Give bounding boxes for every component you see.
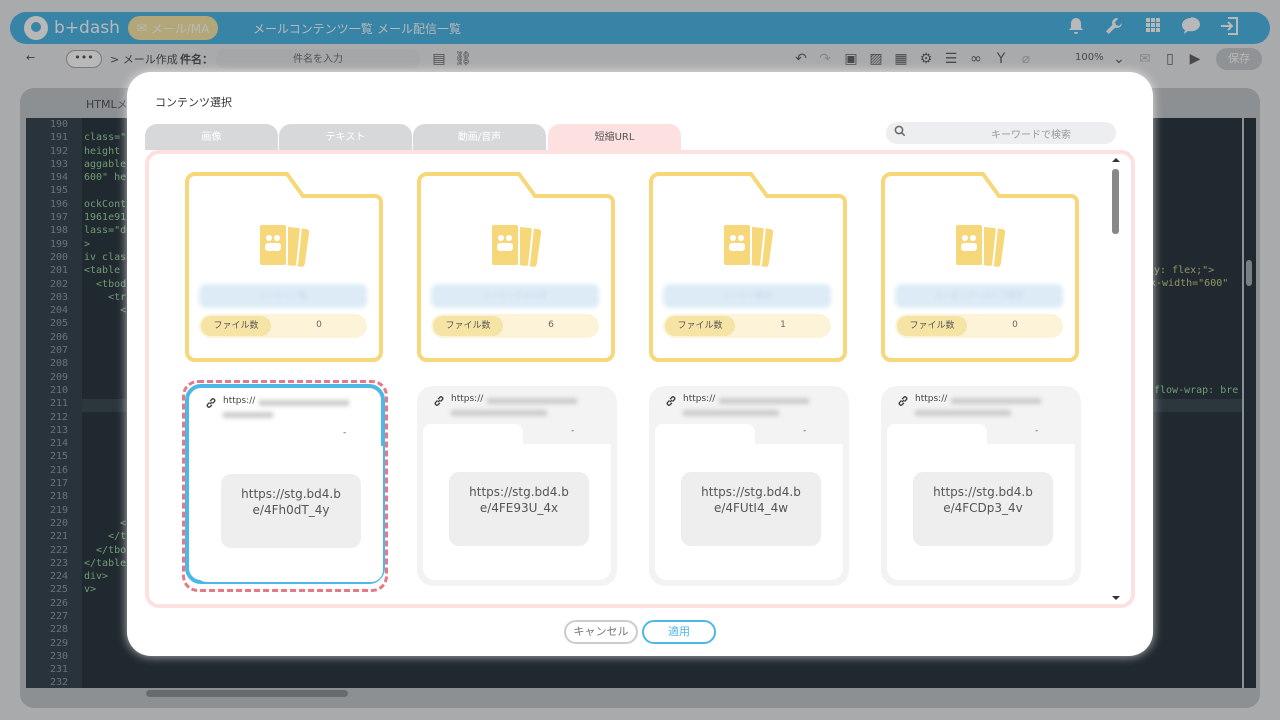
file-count: ファイル数 1 (663, 314, 831, 338)
short-url-line-2: e/4FCDp3_4v (943, 501, 1023, 515)
file-count-value: 6 (548, 320, 554, 330)
movie-files-icon (722, 223, 774, 268)
url-meta: - (803, 426, 807, 436)
short-url-card[interactable]: https:// - https://stg.bd4.b e/4FUtI4_4w (649, 386, 849, 586)
url-meta: - (1035, 426, 1039, 436)
short-url-text: https://stg.bd4.b e/4FUtI4_4w (681, 472, 821, 546)
apply-button[interactable]: 適用 (642, 620, 716, 644)
movie-files-icon (490, 223, 542, 268)
file-count: ファイル数 0 (199, 314, 367, 338)
folder-card[interactable]: ムービーアーカイブ素材 ファイル数 0 (881, 166, 1081, 366)
tab-text[interactable]: テキスト (279, 124, 412, 150)
folder-name: ムービーフォルダ (431, 284, 599, 308)
short-url-line-1: https://stg.bd4.b (933, 485, 1033, 499)
folder-card[interactable]: ムービー一覧 ファイル数 0 (185, 166, 385, 366)
folder-name: ムービー一覧 (199, 284, 367, 308)
short-url-text: https://stg.bd4.b e/4FE93U_4x (449, 472, 589, 546)
short-url-line-1: https://stg.bd4.b (701, 485, 801, 499)
tab-image[interactable]: 画像 (145, 124, 278, 150)
short-url-card[interactable]: https:// - https://stg.bd4.b e/4FE93U_4x (417, 386, 617, 586)
tab-video-audio[interactable]: 動画/音声 (413, 124, 546, 150)
folder-card[interactable]: ムービー素材 ファイル数 1 (649, 166, 849, 366)
selection-dashed-ring (182, 380, 388, 592)
file-count-label: ファイル数 (433, 316, 503, 336)
folder-name: ムービーアーカイブ素材 (895, 284, 1063, 308)
file-count-value: 0 (1012, 320, 1018, 330)
keyword-search[interactable]: キーワードで検索 (886, 122, 1116, 144)
link-icon (666, 396, 676, 406)
url-redacted (915, 398, 1041, 416)
url-redacted (683, 398, 809, 416)
file-count: ファイル数 0 (895, 314, 1063, 338)
file-count-value: 1 (780, 320, 786, 330)
short-url-text: https://stg.bd4.b e/4FCDp3_4v (913, 472, 1053, 546)
short-url-line-2: e/4FE93U_4x (479, 501, 559, 515)
movie-files-icon (954, 223, 1006, 268)
cancel-button[interactable]: キャンセル (564, 620, 638, 644)
url-redacted (451, 398, 577, 416)
movie-files-icon (258, 223, 310, 268)
folder-card[interactable]: ムービーフォルダ ファイル数 6 (417, 166, 617, 366)
file-count-label: ファイル数 (201, 316, 271, 336)
file-count-value: 0 (316, 320, 322, 330)
file-count: ファイル数 6 (431, 314, 599, 338)
short-url-line-1: https://stg.bd4.b (469, 485, 569, 499)
short-url-line-2: e/4FUtI4_4w (713, 501, 789, 515)
folder-name: ムービー素材 (663, 284, 831, 308)
file-count-label: ファイル数 (665, 316, 735, 336)
link-icon (434, 396, 444, 406)
link-icon (898, 396, 908, 406)
panel-scroll-thumb[interactable] (1112, 169, 1119, 234)
url-meta: - (571, 426, 575, 436)
content-select-modal: コンテンツ選択 画像 テキスト 動画/音声 短縮URL キーワードで検索 ムービ… (127, 72, 1153, 656)
search-placeholder: キーワードで検索 (991, 130, 1071, 141)
short-url-card[interactable]: https:// - https://stg.bd4.b e/4FCDp3_4v (881, 386, 1081, 586)
file-count-label: ファイル数 (897, 316, 967, 336)
modal-title: コンテンツ選択 (155, 96, 232, 109)
